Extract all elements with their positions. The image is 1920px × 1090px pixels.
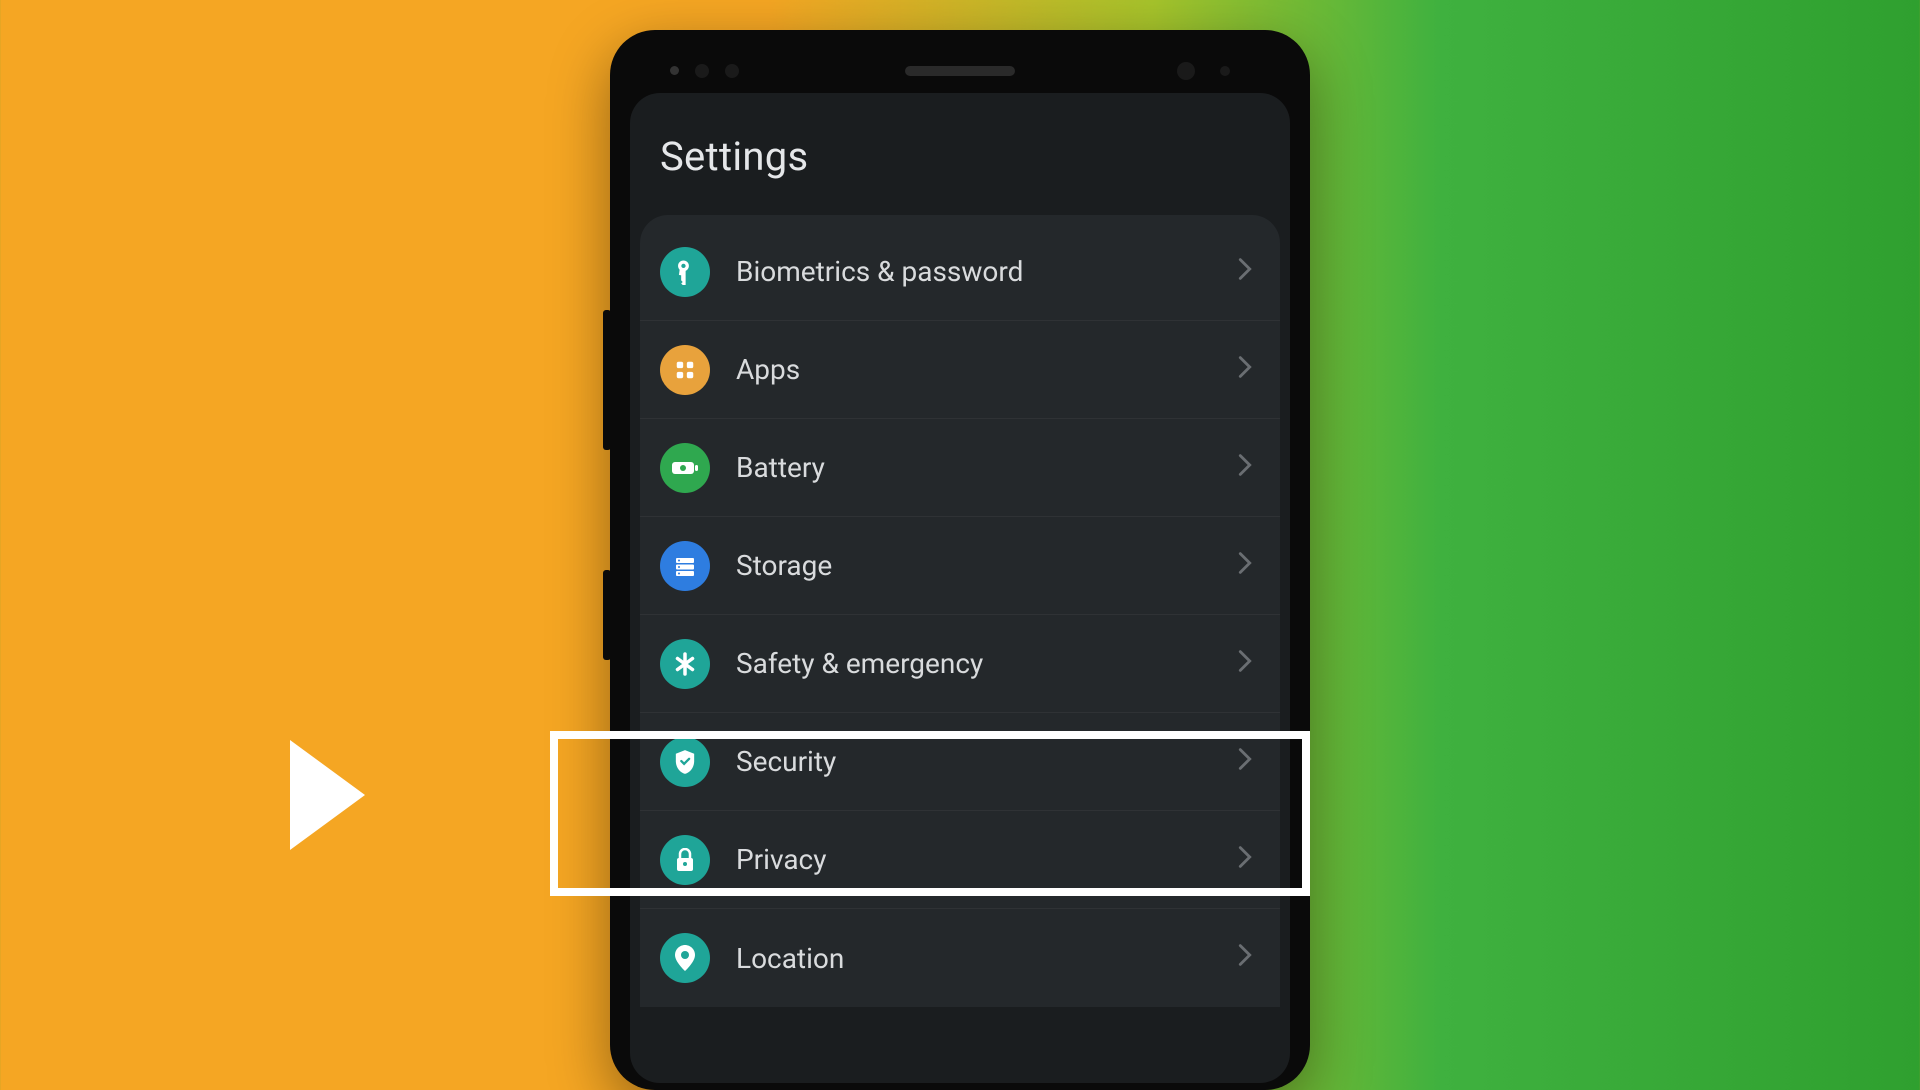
settings-item-biometrics[interactable]: Biometrics & password <box>640 223 1280 321</box>
battery-icon <box>660 443 710 493</box>
storage-icon <box>660 541 710 591</box>
page-title: Settings <box>660 133 1260 180</box>
grid-icon <box>660 345 710 395</box>
settings-item-battery[interactable]: Battery <box>640 419 1280 517</box>
phone-notch <box>630 48 1290 93</box>
item-label: Storage <box>736 549 1238 582</box>
phone-screen: Settings Biometrics & password Apps <box>630 93 1290 1083</box>
power-button <box>603 570 611 660</box>
phone-device-frame: Settings Biometrics & password Apps <box>610 30 1310 1090</box>
settings-item-apps[interactable]: Apps <box>640 321 1280 419</box>
play-arrow-icon <box>290 740 365 850</box>
item-label: Safety & emergency <box>736 647 1238 680</box>
settings-header: Settings <box>630 93 1290 215</box>
highlight-annotation <box>550 731 1310 896</box>
chevron-right-icon <box>1238 552 1252 580</box>
key-icon <box>660 247 710 297</box>
settings-item-location[interactable]: Location <box>640 909 1280 1007</box>
chevron-right-icon <box>1238 944 1252 972</box>
item-label: Battery <box>736 451 1238 484</box>
item-label: Apps <box>736 353 1238 386</box>
settings-item-safety[interactable]: Safety & emergency <box>640 615 1280 713</box>
item-label: Location <box>736 942 1238 975</box>
asterisk-icon <box>660 639 710 689</box>
pin-icon <box>660 933 710 983</box>
chevron-right-icon <box>1238 356 1252 384</box>
settings-item-storage[interactable]: Storage <box>640 517 1280 615</box>
item-label: Biometrics & password <box>736 255 1238 288</box>
chevron-right-icon <box>1238 258 1252 286</box>
chevron-right-icon <box>1238 454 1252 482</box>
volume-button <box>603 310 611 450</box>
chevron-right-icon <box>1238 650 1252 678</box>
